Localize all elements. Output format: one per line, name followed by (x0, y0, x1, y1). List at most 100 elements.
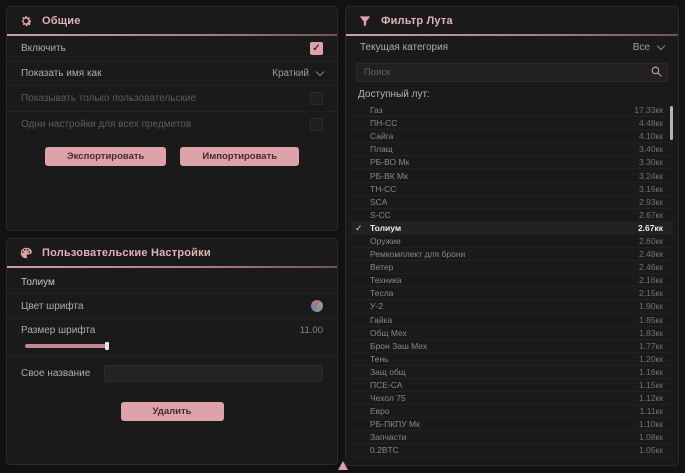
search-icon[interactable] (650, 65, 663, 78)
custom-settings-header: Пользовательские Настройки (7, 239, 337, 266)
same-settings-row: Одни настройки для всех предметов (7, 111, 337, 137)
loot-list-item[interactable]: ✓ ТН-СС 3.16кк (351, 182, 673, 195)
loot-list-item[interactable]: ✓ Техника 2.16кк (351, 273, 673, 286)
loot-item-name: ТН-СС (370, 184, 396, 194)
loot-item-value: 1.15кк (639, 380, 663, 390)
loot-list-item[interactable]: ✓ Запчасти 1.08кк (351, 430, 673, 443)
scrollbar-thumb[interactable] (670, 106, 673, 140)
chevron-down-icon (316, 68, 324, 76)
only-custom-row: Показывать только пользовательские (7, 85, 337, 111)
loot-list-item[interactable]: ✓ РБ-ПКПУ Мк 1.10кк (351, 417, 673, 430)
font-size-slider[interactable] (21, 344, 141, 348)
loot-list-item[interactable]: ✓ У-2 1.90кк (351, 299, 673, 312)
gear-icon (19, 14, 33, 28)
loot-list-item[interactable]: ✓ Ветер 2.46кк (351, 260, 673, 273)
funnel-icon (358, 14, 372, 28)
loot-list-item[interactable]: ✓ Ремкомплект для брони 2.48кк (351, 247, 673, 260)
loot-item-value: 3.16кк (639, 184, 663, 194)
custom-settings-title: Пользовательские Настройки (42, 247, 211, 259)
loot-item-name: РБ-ПКПУ Мк (370, 419, 420, 429)
import-button[interactable]: Импортировать (180, 147, 299, 166)
right-column: Фильтр Лута Текущая категория Все Доступ… (345, 6, 679, 467)
loot-list-item[interactable]: ✓ Чехол 75 1.12кк (351, 391, 673, 404)
loot-list-item[interactable]: ✓ Брон Заш Мех 1.77кк (351, 339, 673, 352)
loot-list-item[interactable]: ✓ Тень 1.20кк (351, 352, 673, 365)
loot-item-name: Оружие (370, 236, 401, 246)
loot-item-value: 4.48кк (639, 118, 663, 128)
loot-item-name: SCA (370, 197, 387, 207)
loot-item-value: 1.77кк (639, 341, 663, 351)
custom-name-label: Свое название (21, 368, 90, 379)
loot-list-item[interactable]: ✓ РБ-ВО Мк 3.30кк (351, 155, 673, 168)
color-wheel-icon[interactable] (311, 300, 323, 312)
slider-fill (25, 344, 107, 348)
search-input[interactable] (356, 63, 668, 82)
loot-item-value: 1.11кк (640, 406, 663, 416)
loot-item-name: Техника (370, 275, 402, 285)
font-size-slider-row (7, 342, 337, 356)
name-display-label: Показать имя как (21, 68, 101, 79)
general-panel-title: Общие (42, 15, 81, 27)
loot-list-item[interactable]: ✓ Оружие 2.60кк (351, 234, 673, 247)
loot-item-name: 0.2BTC (370, 445, 399, 455)
general-panel: Общие Включить Показать имя как Краткий … (6, 6, 338, 231)
loot-list-item[interactable]: ✓ ПН-СС 4.48кк (351, 116, 673, 129)
loot-list-item[interactable]: ✓ OSPT 1.00кк (351, 457, 673, 461)
loot-list-item[interactable]: ✓ SCA 2.93кк (351, 195, 673, 208)
export-button[interactable]: Экспортировать (45, 147, 166, 166)
category-value: Все (633, 42, 650, 53)
same-settings-checkbox[interactable] (310, 118, 323, 131)
loot-item-value: 2.93кк (639, 197, 663, 207)
loot-item-value: 17.33кк (634, 105, 663, 115)
slider-thumb[interactable] (105, 342, 109, 350)
loot-list-item[interactable]: ✓ Тесла 2.15кк (351, 286, 673, 299)
loot-item-name: Чехол 75 (370, 393, 406, 403)
loot-item-name: Защ общ (370, 367, 406, 377)
loot-filter-title: Фильтр Лута (381, 15, 453, 27)
loot-item-name: Евро (370, 406, 390, 416)
category-select[interactable]: Все (633, 42, 664, 53)
loot-list-item[interactable]: ✓ Защ общ 1.16кк (351, 365, 673, 378)
name-display-select[interactable]: Краткий (272, 68, 323, 79)
custom-name-input[interactable] (104, 365, 323, 382)
loot-item-value: 3.40кк (639, 144, 663, 154)
loot-item-name: Толиум (370, 223, 401, 233)
loot-item-name: Ветер (370, 262, 393, 272)
loot-item-name: Тесла (370, 288, 393, 298)
loot-item-value: 2.67кк (638, 223, 663, 233)
loot-filter-header: Фильтр Лута (346, 7, 678, 34)
loot-list-item[interactable]: ✓ Гайка 1.85кк (351, 313, 673, 326)
loot-item-name: РБ-ВК Мк (370, 171, 408, 181)
font-color-row[interactable]: Цвет шрифта (7, 293, 337, 318)
only-custom-checkbox[interactable] (310, 92, 323, 105)
loot-item-name: Тень (370, 354, 389, 364)
loot-item-value: 2.60кк (639, 236, 663, 246)
same-settings-label: Одни настройки для всех предметов (21, 119, 191, 130)
loot-list-item[interactable]: ✓ Толиум 2.67кк (351, 221, 673, 234)
enable-label: Включить (21, 43, 66, 54)
loot-list-item[interactable]: ✓ Плащ 3.40кк (351, 142, 673, 155)
loot-item-name: Сайга (370, 131, 393, 141)
loot-item-name: Ремкомплект для брони (370, 249, 465, 259)
loot-list-item[interactable]: ✓ S-СС 2.67кк (351, 208, 673, 221)
loot-list-item[interactable]: ✓ Евро 1.11кк (351, 404, 673, 417)
loot-filter-panel: Фильтр Лута Текущая категория Все Доступ… (345, 6, 679, 466)
loot-list-item[interactable]: ✓ ПСЕ-СА 1.15кк (351, 378, 673, 391)
loot-list-item[interactable]: ✓ Сайга 4.10кк (351, 129, 673, 142)
font-size-label: Размер шрифта (21, 325, 95, 336)
loot-list-item[interactable]: ✓ 0.2BTC 1.05кк (351, 443, 673, 456)
font-color-label: Цвет шрифта (21, 301, 83, 312)
loot-item-name: Плащ (370, 144, 393, 154)
loot-list: ✓ Газ 17.33кк ✓ ПН-СС 4.48кк ✓ Сайга 4.1… (351, 103, 673, 461)
loot-list-item[interactable]: ✓ Общ Мех 1.83кк (351, 326, 673, 339)
custom-name-row: Свое название (7, 356, 337, 390)
delete-row: Удалить (7, 402, 337, 421)
loot-item-name: Гайка (370, 315, 392, 325)
loot-list-item[interactable]: ✓ РБ-ВК Мк 3.24кк (351, 168, 673, 181)
font-size-value: 11.00 (300, 325, 323, 336)
loot-item-name: OSPT (370, 459, 393, 461)
enable-checkbox[interactable] (310, 42, 323, 55)
loot-list-item[interactable]: ✓ Газ 17.33кк (351, 103, 673, 116)
delete-button[interactable]: Удалить (121, 402, 224, 421)
only-custom-label: Показывать только пользовательские (21, 93, 196, 104)
